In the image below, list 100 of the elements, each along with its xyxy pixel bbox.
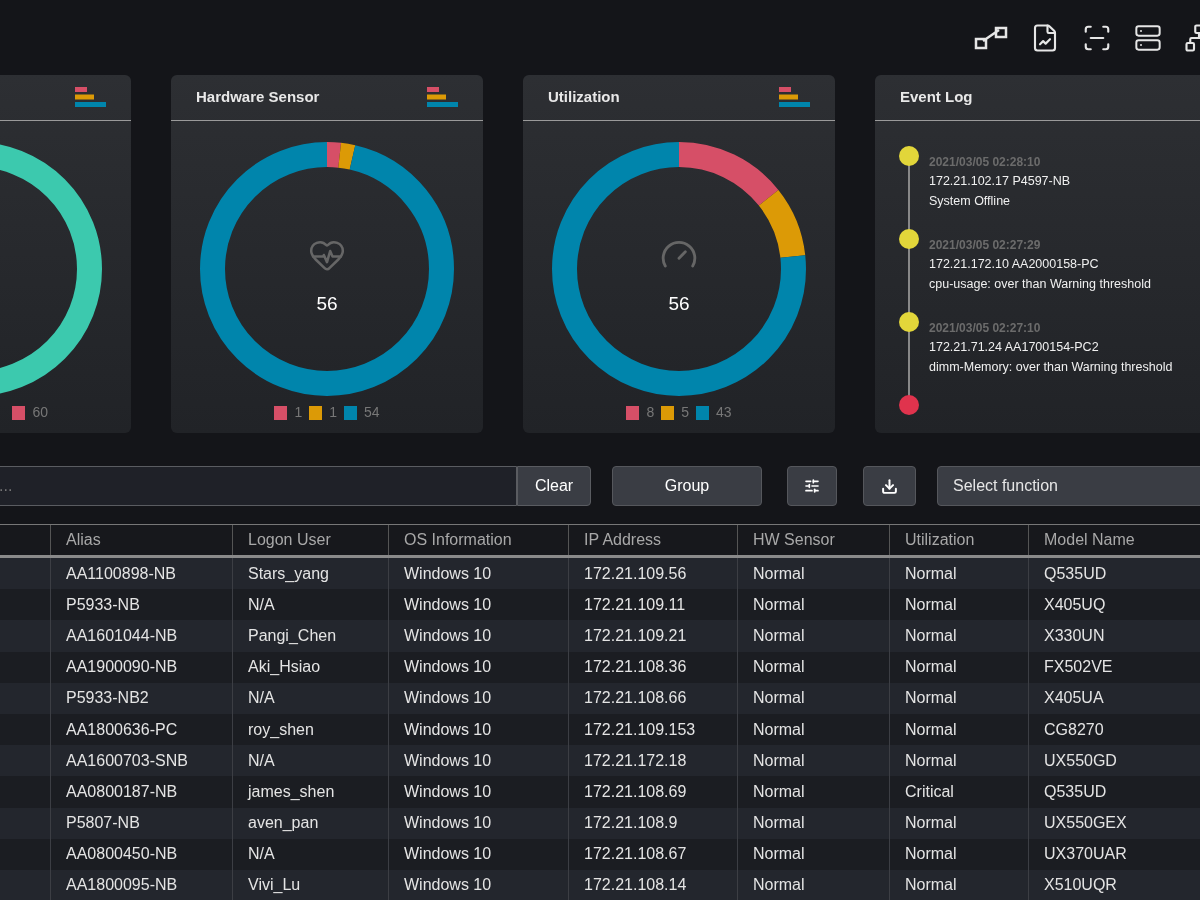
table-cell-text: X330UN — [1044, 625, 1105, 646]
event-source: 172.21.102.17 P4597-NB — [929, 173, 1071, 190]
filter-button[interactable] — [787, 466, 837, 506]
legend-count: 1 — [329, 403, 337, 422]
table-cell-text: Stars_yang — [248, 563, 329, 584]
table-cell-text: UX550GD — [1044, 750, 1117, 771]
table-cell-text: 172.21.172.18 — [584, 750, 687, 771]
download-button[interactable] — [863, 466, 916, 506]
table-cell-text: AA0800450-NB — [66, 844, 178, 865]
table-cell-text: 172.21.108.9 — [584, 813, 678, 834]
table-cell-text: Vivi_Lu — [248, 875, 301, 896]
table-cell-text: Windows 10 — [404, 781, 492, 802]
table-cell-text: 172.21.108.66 — [584, 688, 687, 709]
column-header[interactable]: Model Name — [1044, 528, 1135, 552]
column-header[interactable]: Alias — [66, 528, 101, 552]
table-cell-text: Windows 10 — [404, 750, 492, 771]
event-source: 172.21.172.10 AA2000158-PC — [929, 256, 1100, 273]
column-header[interactable]: Logon User — [248, 528, 331, 552]
table-cell-text: Windows 10 — [404, 563, 492, 584]
table-cell-text: FX502VE — [1044, 657, 1113, 678]
column-header[interactable]: HW Sensor — [753, 528, 835, 552]
table-cell-text: N/A — [248, 844, 275, 865]
table-cell-text: aven_pan — [248, 813, 319, 834]
table-cell-text: Normal — [905, 625, 957, 646]
table-cell-text: P5807-NB — [66, 813, 140, 834]
group-button[interactable]: Group — [612, 466, 762, 506]
table-cell-text: 172.21.109.11 — [584, 594, 686, 615]
table-cell-text: 172.21.109.153 — [584, 719, 696, 740]
function-select[interactable]: Select function — [937, 466, 1200, 506]
table-cell-text: N/A — [248, 750, 275, 771]
table-cell-text: james_shen — [248, 781, 335, 802]
card-title: Event Log — [900, 87, 973, 108]
table-cell-text: X405UQ — [1044, 594, 1106, 615]
table-cell-text: Windows 10 — [404, 844, 492, 865]
legend-count: 5 — [681, 403, 689, 422]
table-cell-text: Normal — [753, 875, 805, 896]
table-cell-text: Normal — [905, 657, 957, 678]
legend-count: 43 — [716, 403, 732, 422]
table-cell-text: X405UA — [1044, 688, 1104, 709]
download-icon — [881, 477, 898, 495]
table-cell-text: Windows 10 — [404, 688, 492, 709]
search-field[interactable]: ... — [0, 466, 517, 506]
table-cell-text: N/A — [248, 594, 275, 615]
table-cell-text: UX370UAR — [1044, 844, 1127, 865]
table-cell-text: AA1900090-NB — [66, 657, 178, 678]
sliders-icon — [804, 478, 820, 494]
bar-chart-icon[interactable] — [779, 86, 810, 109]
table-cell-text: 172.21.108.67 — [584, 844, 687, 865]
table-cell-text: Normal — [753, 625, 805, 646]
server-icon[interactable] — [1134, 23, 1162, 52]
table-cell-text: Normal — [905, 844, 957, 865]
table-cell-text: Normal — [905, 719, 957, 740]
table-cell-text: Normal — [753, 781, 805, 802]
table-cell-text: AA1601044-NB — [66, 625, 178, 646]
table-cell-text: Normal — [753, 813, 805, 834]
table-cell-text: AA1800095-NB — [66, 875, 178, 896]
event-time: 2021/03/05 02:28:10 — [929, 154, 1042, 171]
table-cell-text: AA1600703-SNB — [66, 750, 188, 771]
table-cell-text: Normal — [753, 657, 805, 678]
table-cell-text: Normal — [905, 813, 957, 834]
card-title: Utilization — [548, 87, 620, 108]
table-cell-text: Normal — [753, 844, 805, 865]
table-cell-text: Normal — [905, 750, 957, 771]
table-cell-text: Normal — [905, 563, 957, 584]
table-cell-text: Normal — [753, 750, 805, 771]
column-header[interactable]: OS Information — [404, 528, 512, 552]
table-cell-text: Windows 10 — [404, 657, 492, 678]
event-message: System Offline — [929, 193, 1012, 210]
bar-chart-icon[interactable] — [427, 86, 458, 109]
table-cell-text: Windows 10 — [404, 594, 492, 615]
event-message: dimm-Memory: over than Warning threshold — [929, 359, 1173, 376]
legend-count: 60 — [32, 403, 48, 422]
count-value: 56 — [668, 291, 690, 316]
table-cell-text: AA1800636-PC — [66, 719, 178, 740]
table-cell-text: P5933-NB — [66, 594, 140, 615]
column-header[interactable]: Utilization — [905, 528, 975, 552]
event-message: cpu-usage: over than Warning threshold — [929, 276, 1151, 293]
table-cell-text: Pangi_Chen — [248, 625, 337, 646]
table-cell-text: Normal — [753, 594, 805, 615]
table-cell-text: CG8270 — [1044, 719, 1104, 740]
table-cell-text: Normal — [753, 563, 805, 584]
table-cell-text: Windows 10 — [404, 875, 492, 896]
table-cell-text: Windows 10 — [404, 813, 492, 834]
link-icon[interactable] — [974, 25, 1008, 50]
column-header[interactable]: IP Address — [584, 528, 662, 552]
table-cell-text: Q535UD — [1044, 781, 1107, 802]
table-cell-text: Normal — [753, 719, 805, 740]
table-cell-text: 172.21.109.56 — [584, 563, 687, 584]
table-cell-text: N/A — [248, 688, 275, 709]
table-cell-text: AA1100898-NB — [66, 563, 176, 584]
legend-count: 8 — [646, 403, 655, 422]
table-cell-text: X510UQR — [1044, 875, 1117, 896]
table-cell-text: AA0800187-NB — [66, 781, 178, 802]
table-cell-text: Aki_Hsiao — [248, 657, 321, 678]
table-cell-text: Normal — [905, 875, 957, 896]
clear-button[interactable]: Clear — [517, 466, 591, 506]
bar-chart-icon[interactable] — [75, 86, 106, 109]
table-cell-text: roy_shen — [248, 719, 314, 740]
table-cell-text: UX550GEX — [1044, 813, 1127, 834]
legend-count: 1 — [294, 403, 303, 422]
